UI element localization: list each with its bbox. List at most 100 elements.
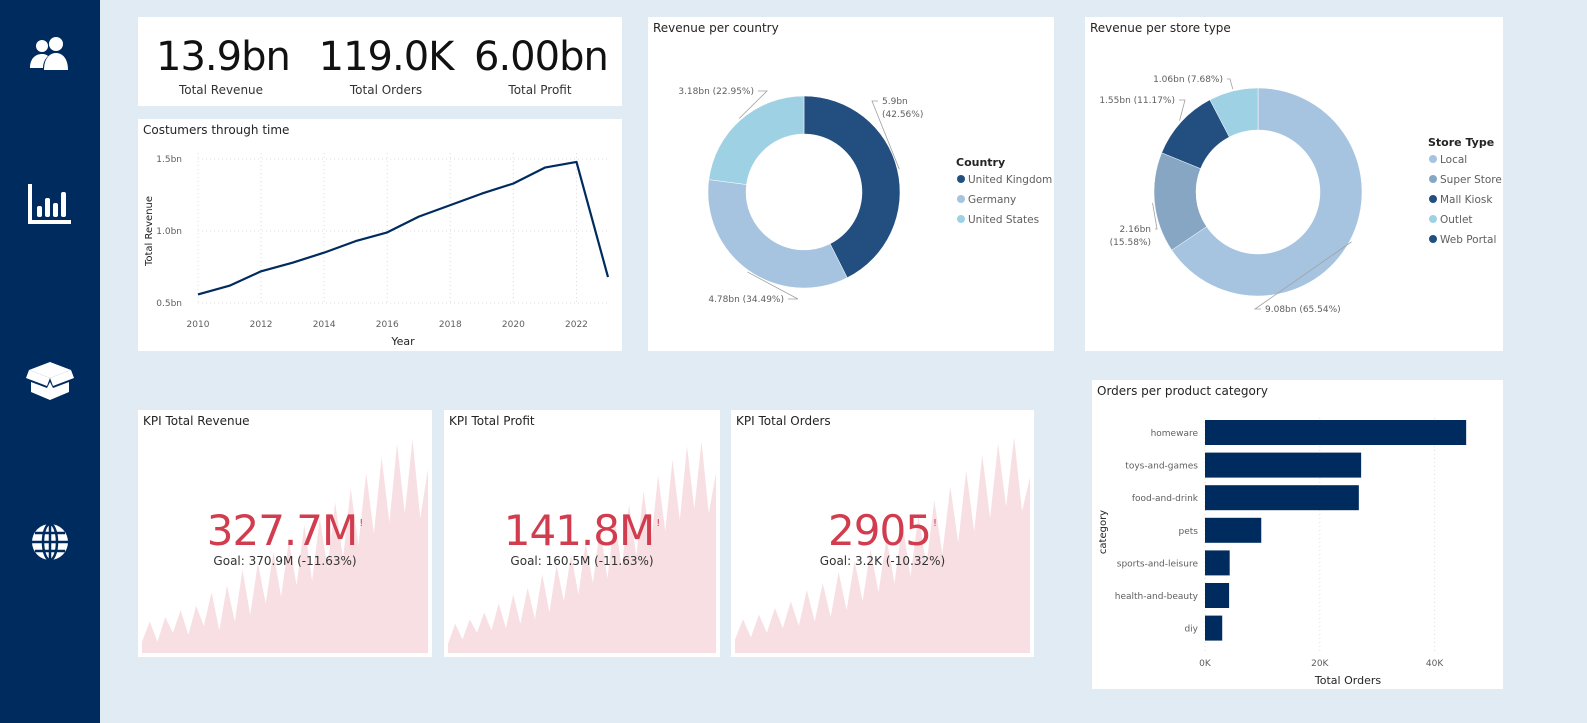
slice-leader-line bbox=[1227, 78, 1234, 90]
country-chart-card[interactable]: Revenue per country 5.9bn (42.56%) 4.78bn … bbox=[648, 17, 1054, 351]
legend-label: Germany bbox=[968, 194, 1016, 206]
y-axis-title: Total Revenue bbox=[144, 196, 155, 267]
store-donut-chart: 9.08bn (65.54%) 2.16bn (15.58%) 1.55bn (11.… bbox=[1099, 75, 1502, 315]
bar-health-and-beauty bbox=[1205, 583, 1230, 608]
kpi-orders-goal: Goal: 3.2K (-10.32%) bbox=[819, 554, 946, 568]
legend-marker bbox=[957, 195, 965, 203]
legend-marker bbox=[1429, 195, 1437, 203]
total-revenue-label: Total Revenue bbox=[178, 83, 264, 97]
kpi-revenue-goal: Goal: 370.9M (-11.63%) bbox=[213, 554, 357, 568]
globe-icon bbox=[32, 522, 68, 562]
category-chart-card[interactable]: Orders per product category 0K 20K 40K home… bbox=[1092, 380, 1503, 689]
legend-label: Local bbox=[1440, 154, 1467, 166]
y-axis-title: category bbox=[1098, 510, 1109, 554]
legend-marker bbox=[957, 215, 965, 223]
customers-chart-card[interactable]: Costumers through time 0.5bn 1.0bn 1.5bn 20… bbox=[138, 119, 622, 351]
category-label: diy bbox=[1184, 625, 1198, 635]
slice-germany bbox=[707, 179, 848, 289]
category-label: health-and-beauty bbox=[1115, 592, 1199, 602]
customers-line-chart: 0.5bn 1.0bn 1.5bn 2010 2012 2014 2016 2018 2020 2… bbox=[144, 153, 610, 348]
slice-data-label: 1.55bn (11.17%) bbox=[1099, 96, 1175, 106]
x-tick-label: 2010 bbox=[187, 320, 210, 330]
kpi-profit-goal: Goal: 160.5M (-11.63%) bbox=[510, 554, 654, 568]
bar-food-and-drink bbox=[1205, 485, 1359, 511]
category-label: pets bbox=[1179, 527, 1199, 537]
kpi-orders-card[interactable]: KPI Total Orders 2905! Goal: 3.2K (-10.3… bbox=[731, 410, 1034, 657]
legend-title: Store Type bbox=[1428, 136, 1494, 149]
bar-homeware bbox=[1205, 420, 1467, 445]
x-tick-label: 2014 bbox=[313, 320, 336, 330]
slice-data-label: 3.18bn (22.95%) bbox=[678, 87, 754, 97]
slice-data-label: 4.78bn (34.49%) bbox=[708, 295, 784, 305]
bar-pets bbox=[1205, 517, 1262, 543]
category-label: homeware bbox=[1151, 429, 1199, 439]
nav-charts-button[interactable] bbox=[22, 176, 78, 232]
y-tick-label: 1.0bn bbox=[156, 227, 182, 237]
slice-data-label: 9.08bn (65.54%) bbox=[1265, 305, 1341, 315]
legend-marker bbox=[957, 175, 965, 183]
total-profit-value: 6.00bn bbox=[474, 34, 609, 80]
bar-chart-icon bbox=[28, 184, 71, 224]
total-revenue-value: 13.9bn bbox=[156, 34, 291, 80]
bar-diy bbox=[1205, 615, 1223, 641]
nav-products-button[interactable] bbox=[22, 352, 78, 408]
x-tick-label: 2022 bbox=[565, 320, 588, 330]
y-tick-label: 0.5bn bbox=[156, 299, 182, 309]
slice-united-states bbox=[708, 95, 805, 185]
nav-users-button[interactable] bbox=[22, 26, 78, 82]
legend-marker bbox=[1429, 175, 1437, 183]
category-label: sports-and-leisure bbox=[1117, 559, 1199, 569]
kpi-orders-value: 2905 bbox=[828, 506, 932, 555]
x-tick-label: 2016 bbox=[376, 320, 399, 330]
sidebar bbox=[0, 0, 100, 723]
summary-card: 13.9bn Total Revenue 119.0K Total Orders… bbox=[138, 17, 622, 106]
open-box-icon bbox=[26, 362, 74, 400]
series-line-total-revenue bbox=[197, 160, 610, 296]
kpi-profit-alert: ! bbox=[656, 518, 661, 529]
kpi-orders-block: 2905! Goal: 3.2K (-10.32%) bbox=[731, 510, 1034, 569]
legend-title: Country bbox=[956, 156, 1005, 169]
bar-sports-and-leisure bbox=[1205, 550, 1230, 576]
kpi-revenue-block: 327.7M! Goal: 370.9M (-11.63%) bbox=[138, 510, 432, 569]
kpi-revenue-alert: ! bbox=[359, 518, 364, 529]
total-profit-kpi: 6.00bn Total Profit bbox=[474, 34, 609, 97]
category-label: toys-and-games bbox=[1125, 462, 1198, 472]
kpi-revenue-title: KPI Total Revenue bbox=[143, 414, 250, 428]
x-tick-label: 20K bbox=[1311, 659, 1329, 669]
store-chart-card[interactable]: Revenue per store type 9.08bn (65.54%) 2.… bbox=[1085, 17, 1503, 351]
total-orders-label: Total Orders bbox=[349, 83, 423, 97]
y-tick-label: 1.5bn bbox=[156, 155, 182, 165]
legend-label: Super Store bbox=[1440, 174, 1502, 186]
x-tick-label: 40K bbox=[1426, 659, 1444, 669]
kpi-revenue-card[interactable]: KPI Total Revenue 327.7M! Goal: 370.9M (… bbox=[138, 410, 432, 657]
total-orders-kpi: 119.0K Total Orders bbox=[316, 37, 456, 97]
legend-label: Web Portal bbox=[1440, 234, 1496, 246]
legend-marker bbox=[1429, 155, 1437, 163]
nav-map-button[interactable] bbox=[22, 514, 78, 570]
legend-marker bbox=[1429, 215, 1437, 223]
legend-label: United States bbox=[968, 214, 1039, 226]
slice-data-label: 2.16bn bbox=[1120, 225, 1151, 235]
kpi-orders-title: KPI Total Orders bbox=[736, 414, 831, 428]
slice-data-label-pct: (42.56%) bbox=[882, 110, 923, 120]
x-axis-title: Total Orders bbox=[1314, 674, 1381, 687]
kpi-profit-block: 141.8M! Goal: 160.5M (-11.63%) bbox=[444, 510, 720, 569]
kpi-orders-alert: ! bbox=[932, 518, 937, 529]
total-revenue-kpi: 13.9bn Total Revenue bbox=[156, 34, 291, 97]
legend-label: Outlet bbox=[1440, 214, 1473, 226]
slice-leader-line bbox=[1179, 99, 1186, 121]
total-profit-label: Total Profit bbox=[508, 83, 572, 97]
x-tick-label: 2020 bbox=[502, 320, 525, 330]
kpi-revenue-value: 327.7M bbox=[206, 506, 358, 555]
legend-marker bbox=[1429, 235, 1437, 243]
kpi-profit-card[interactable]: KPI Total Profit 141.8M! Goal: 160.5M (-… bbox=[444, 410, 720, 657]
kpi-profit-title: KPI Total Profit bbox=[449, 414, 535, 428]
country-donut-chart: 5.9bn (42.56%) 4.78bn (34.49%) 3.18bn (22.9… bbox=[678, 87, 1052, 305]
category-bar-chart: 0K 20K 40K homeware toys-and-games food-and-d… bbox=[1098, 418, 1467, 687]
x-tick-label: 2012 bbox=[250, 320, 273, 330]
kpi-profit-value: 141.8M bbox=[503, 506, 655, 555]
legend-label: Mall Kiosk bbox=[1440, 194, 1493, 206]
total-orders-value: 119.0K bbox=[318, 34, 455, 80]
slice-data-label-pct: (15.58%) bbox=[1110, 238, 1151, 248]
x-axis-title: Year bbox=[390, 335, 415, 348]
